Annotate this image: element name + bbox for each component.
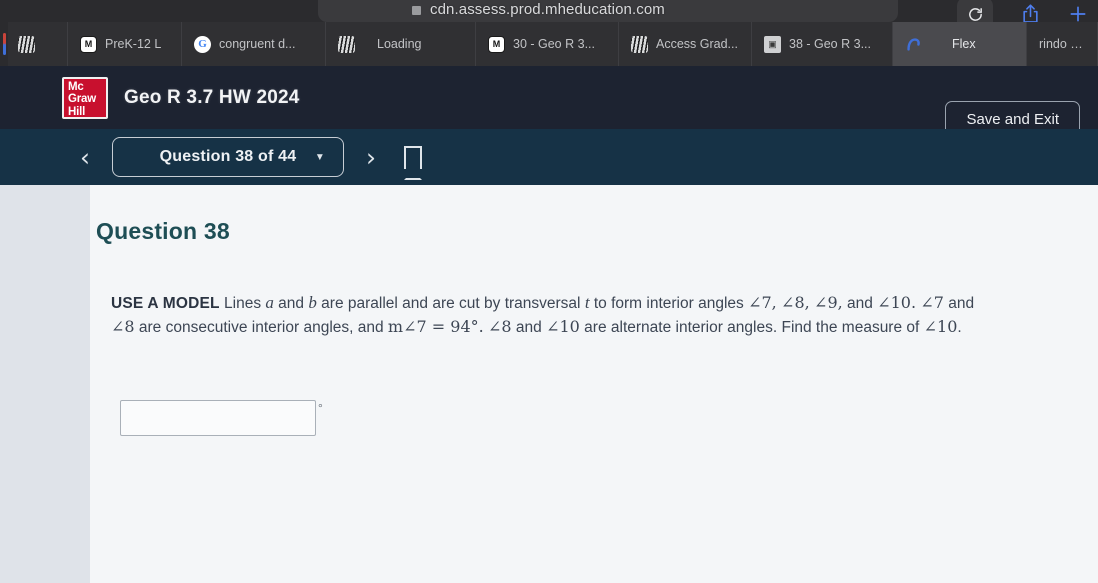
mcgraw-hill-favicon	[338, 35, 355, 53]
question-tag: USE A MODEL	[111, 295, 220, 312]
question-navigation-bar: ‹ Question 38 of 44 ▼ ›	[0, 129, 1098, 185]
browser-tab-label: Flex	[952, 37, 976, 51]
previous-question-button[interactable]: ‹	[74, 143, 96, 172]
browser-tab-7[interactable]: Flex	[893, 22, 1027, 66]
browser-tab-label: Access Grad...	[656, 37, 738, 51]
question-text-part-6: and	[943, 295, 975, 312]
variable-a: a	[265, 293, 274, 312]
new-tab-icon[interactable]	[1068, 4, 1088, 24]
browser-tab-6[interactable]: ▣ 38 - Geo R 3...	[752, 22, 893, 66]
chevron-down-icon: ▼	[314, 151, 325, 163]
question-selector-label: Question 38 of 44	[159, 148, 297, 165]
variable-b: b	[308, 293, 317, 312]
mcgraw-hill-favicon	[631, 35, 648, 53]
reload-icon	[968, 7, 982, 21]
question-text-part-1: Lines	[219, 295, 266, 312]
angle-7a: ∠7,	[748, 293, 777, 312]
logo-line-3: Hill	[68, 105, 86, 118]
question-text-part-9: are alternate interior angles. Find the …	[579, 319, 924, 336]
browser-chrome: cdn.assess.prod.mheducation.com M PreK-1…	[0, 0, 1098, 66]
sidebar-edge-indicator	[0, 22, 8, 66]
angle-equation: m∠7 = 94°.	[387, 317, 484, 336]
browser-tab-label: congruent d...	[219, 37, 296, 51]
screen-root: cdn.assess.prod.mheducation.com M PreK-1…	[0, 0, 1098, 583]
mheducation-m-favicon: M	[488, 35, 505, 53]
browser-tab-8[interactable]: rindo c...	[1027, 22, 1098, 66]
browser-tab-0[interactable]	[8, 22, 68, 66]
question-page: Question 38 USE A MODEL Lines a and b ar…	[90, 185, 1098, 583]
tab-strip: M PreK-12 L G congruent d... Loading M 3…	[0, 22, 1098, 66]
angle-10a: ∠10.	[877, 293, 917, 312]
angle-8a: ∠8,	[781, 293, 810, 312]
question-text-part-3: are parallel and are cut by transversal	[316, 295, 585, 312]
browser-tab-3[interactable]: Loading	[326, 22, 476, 66]
mcgraw-hill-favicon	[18, 35, 35, 53]
question-text-part-5: and	[842, 295, 878, 312]
app-header: Mc Graw Hill Geo R 3.7 HW 2024	[0, 66, 1098, 129]
answer-input[interactable]	[120, 400, 316, 436]
browser-tab-label: PreK-12 L	[105, 37, 162, 51]
question-text-part-10: .	[957, 319, 962, 336]
browser-tab-4[interactable]: M 30 - Geo R 3...	[476, 22, 619, 66]
mcgraw-hill-logo: Mc Graw Hill	[62, 76, 108, 119]
question-heading: Question 38	[96, 218, 230, 244]
bookmark-icon[interactable]	[404, 145, 422, 180]
browser-tab-1[interactable]: M PreK-12 L	[68, 22, 182, 66]
logo-line-1: Mc	[68, 80, 84, 93]
google-favicon: G	[194, 35, 211, 53]
document-favicon: ▣	[764, 35, 781, 53]
url-bar-row: cdn.assess.prod.mheducation.com	[0, 0, 1098, 31]
question-text-part-4: to form interior angles	[589, 295, 749, 312]
browser-tab-5[interactable]: Access Grad...	[619, 22, 752, 66]
angle-10c: ∠10	[923, 317, 958, 336]
browser-tab-label: 30 - Geo R 3...	[513, 37, 595, 51]
content-background: Question 38 USE A MODEL Lines a and b ar…	[0, 185, 1098, 583]
browser-tab-label: Loading	[377, 37, 422, 51]
question-text-part-8: and	[511, 319, 547, 336]
angle-8b: ∠8	[111, 317, 135, 336]
angle-10b: ∠10	[546, 317, 580, 336]
angle-9a: ∠9,	[814, 293, 843, 312]
angle-7b: ∠7	[920, 293, 944, 312]
answer-row: °	[120, 400, 323, 436]
question-text-part-7: are consecutive interior angles, and	[134, 319, 388, 336]
mheducation-m-favicon: M	[80, 35, 97, 53]
question-text-part-2: and	[273, 295, 309, 312]
degree-unit-label: °	[318, 401, 323, 415]
question-text: USE A MODEL Lines a and b are parallel a…	[111, 291, 1001, 339]
browser-tab-label: 38 - Geo R 3...	[789, 37, 871, 51]
assignment-title: Geo R 3.7 HW 2024	[124, 86, 300, 108]
next-question-button[interactable]: ›	[360, 143, 382, 172]
angle-8c: ∠8	[488, 317, 512, 336]
browser-tab-2[interactable]: G congruent d...	[182, 22, 326, 66]
browser-tab-label: rindo c...	[1039, 37, 1085, 51]
question-selector-dropdown[interactable]: Question 38 of 44 ▼	[112, 137, 344, 177]
flex-favicon	[907, 37, 920, 51]
logo-line-2: Graw	[68, 93, 96, 105]
lock-icon	[412, 6, 421, 15]
address-bar-url[interactable]: cdn.assess.prod.mheducation.com	[430, 1, 665, 18]
